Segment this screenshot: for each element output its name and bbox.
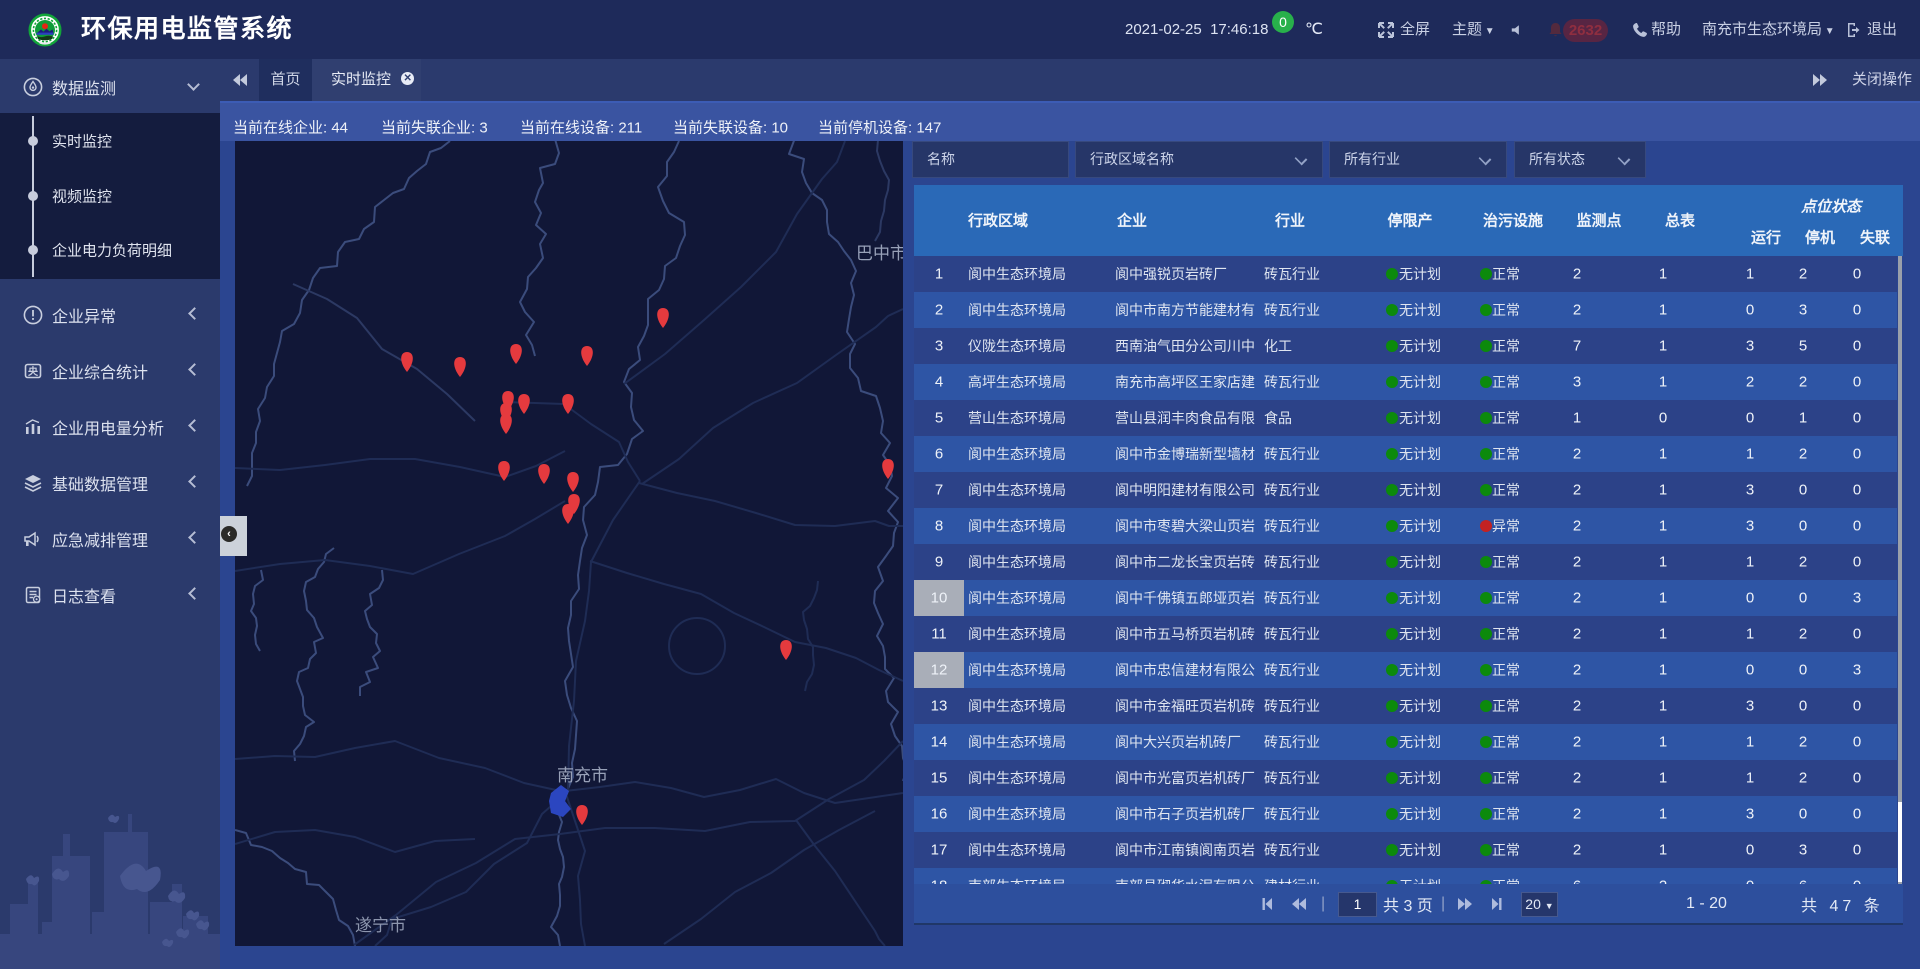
svg-text:遂宁市: 遂宁市 — [355, 916, 406, 935]
svg-text:巴中市: 巴中市 — [856, 244, 903, 263]
svg-text:央: 央 — [28, 365, 39, 378]
svg-text:南充市: 南充市 — [557, 766, 608, 785]
